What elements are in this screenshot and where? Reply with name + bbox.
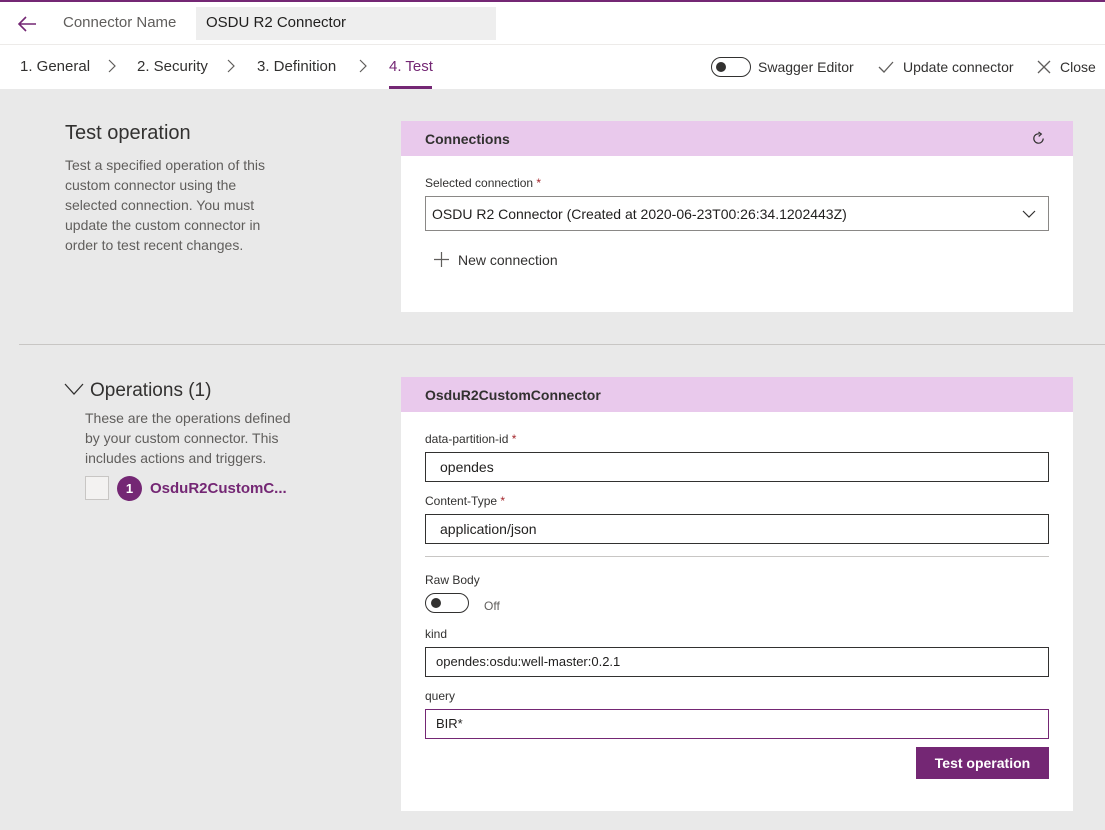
chevron-right-icon	[108, 59, 116, 73]
required-marker: *	[500, 494, 506, 508]
toggle-knob	[716, 62, 726, 72]
chevron-down-icon	[1022, 210, 1036, 218]
tab-security[interactable]: 2. Security	[137, 58, 208, 75]
chevron-right-icon	[227, 59, 235, 73]
content-type-label: Content-Type *	[425, 494, 505, 508]
chevron-right-icon	[359, 59, 367, 73]
tab-definition[interactable]: 3. Definition	[257, 58, 336, 75]
operation-number-badge: 1	[117, 476, 142, 501]
toggle-knob	[431, 598, 441, 608]
section-divider	[19, 344, 1105, 345]
data-partition-input[interactable]: opendes	[425, 452, 1049, 482]
plus-icon	[434, 252, 449, 267]
test-operation-description: Test a specified operation of this custo…	[65, 155, 305, 255]
query-label: query	[425, 689, 456, 703]
operation-item-link[interactable]: OsduR2CustomC...	[150, 480, 287, 497]
selected-connection-value: OSDU R2 Connector (Created at 2020-06-23…	[432, 206, 847, 222]
kind-label: kind	[425, 627, 448, 641]
connector-name-label: Connector Name	[63, 14, 177, 31]
close-button[interactable]: Close	[1060, 59, 1096, 75]
selected-connection-label-text: Selected connection	[425, 176, 534, 190]
tab-test[interactable]: 4. Test	[389, 58, 433, 75]
test-operation-button[interactable]: Test operation	[916, 747, 1049, 779]
required-marker: *	[511, 432, 517, 446]
refresh-icon[interactable]	[1031, 131, 1046, 146]
operation-header-text: OsduR2CustomConnector	[425, 387, 601, 403]
operations-description: These are the operations defined by your…	[85, 408, 325, 468]
selected-connection-label: Selected connection *	[425, 176, 541, 190]
checkmark-icon[interactable]	[878, 59, 894, 75]
required-marker: *	[536, 176, 542, 190]
query-input[interactable]: BIR*	[425, 709, 1049, 739]
test-operation-title: Test operation	[65, 122, 191, 144]
data-partition-label-text: data-partition-id	[425, 432, 509, 446]
tab-general[interactable]: 1. General	[20, 58, 90, 75]
raw-body-label: Raw Body	[425, 573, 480, 587]
description-line: These are the operations defined	[85, 410, 291, 426]
connections-card-header: Connections	[401, 121, 1073, 156]
connections-header-text: Connections	[425, 131, 510, 147]
field-divider	[425, 556, 1049, 557]
raw-body-state: Off	[484, 599, 500, 613]
description-line: custom connector using the	[65, 177, 237, 193]
close-icon[interactable]	[1036, 59, 1052, 75]
description-line: includes actions and triggers.	[85, 450, 267, 466]
active-tab-indicator	[389, 86, 432, 89]
wizard-tabs: 1. General 2. Security 3. Definition 4. …	[0, 45, 1105, 89]
description-line: update the custom connector in	[65, 217, 261, 233]
back-arrow-icon[interactable]	[14, 13, 40, 35]
data-partition-label: data-partition-id *	[425, 432, 516, 446]
description-line: selected connection. You must	[65, 197, 255, 213]
top-bar: Connector Name OSDU R2 Connector	[0, 0, 1105, 45]
description-line: Test a specified operation of this	[65, 157, 266, 173]
kind-input[interactable]: opendes:osdu:well-master:0.2.1	[425, 647, 1049, 677]
connections-card: Connections Selected connection * OSDU R…	[401, 121, 1073, 312]
update-connector-button[interactable]: Update connector	[903, 59, 1014, 75]
selected-connection-dropdown[interactable]: OSDU R2 Connector (Created at 2020-06-23…	[425, 196, 1049, 231]
swagger-editor-toggle[interactable]	[711, 57, 751, 77]
description-line: order to test recent changes.	[65, 237, 244, 253]
operation-card: OsduR2CustomConnector data-partition-id …	[401, 377, 1073, 811]
content-type-label-text: Content-Type	[425, 494, 498, 508]
raw-body-toggle[interactable]	[425, 593, 469, 613]
swagger-editor-label: Swagger Editor	[758, 59, 854, 75]
chevron-down-icon[interactable]	[64, 382, 84, 396]
operation-checkbox[interactable]	[85, 476, 109, 500]
connector-name-input[interactable]: OSDU R2 Connector	[196, 7, 496, 40]
operation-card-header: OsduR2CustomConnector	[401, 377, 1073, 412]
new-connection-button[interactable]: New connection	[458, 252, 558, 268]
description-line: by your custom connector. This	[85, 430, 279, 446]
content-type-input[interactable]: application/json	[425, 514, 1049, 544]
operations-title[interactable]: Operations (1)	[90, 380, 211, 402]
